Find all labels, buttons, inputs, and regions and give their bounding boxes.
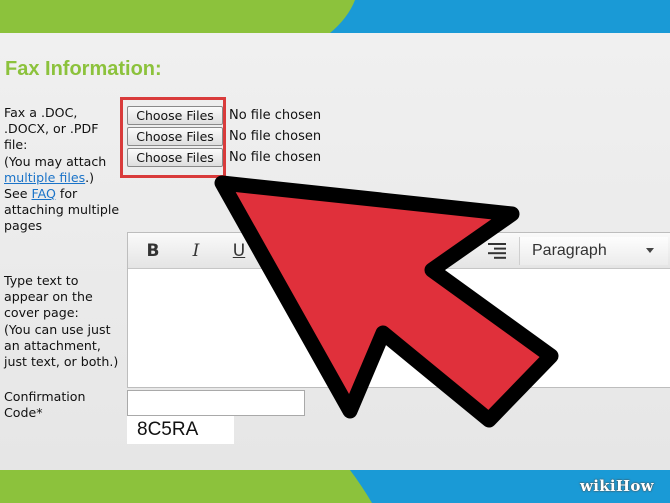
file-status-text: No file chosen [229,149,322,165]
top-brand-band [0,0,670,33]
format-select-value: Paragraph [532,242,607,259]
faq-link[interactable]: FAQ [32,186,56,201]
multiple-files-link[interactable]: multiple files [4,170,85,185]
confirmation-code-label: Confirmation Code* [4,389,85,421]
label-fragment: .) [85,169,95,185]
page-title: Fax Information: [5,58,162,80]
cover-text-label: Type text to appear on the cover page: (… [4,273,118,370]
file-status-text: No file chosen [229,128,322,144]
cover-text-editor[interactable]: B I U Paragraph [127,232,670,388]
confirmation-code-input[interactable] [127,390,305,416]
label-line: cover page: [4,305,79,321]
file-buttons-highlight-box [120,97,226,178]
label-line: file: [4,137,28,153]
label-fragment: See [4,186,32,202]
dropdown-caret-icon [646,248,654,253]
captcha-image: 8C5RA [127,416,234,444]
wikihow-watermark: wikiHow [580,477,654,495]
file-status-text: No file chosen [229,107,322,123]
label-line: just text, or both.) [4,354,119,370]
label-line: .DOCX, or .PDF [4,121,99,137]
italic-icon[interactable]: I [183,239,209,263]
label-line: an attachment, [4,337,101,353]
label-line: pages [4,218,43,234]
label-line: multiple files.) [4,170,119,186]
paragraph-format-select[interactable]: Paragraph [519,237,668,265]
underline-icon[interactable]: U [226,239,252,263]
captcha-text: 8C5RA [137,419,199,440]
file-attach-label: Fax a .DOC, .DOCX, or .PDF file: (You ma… [4,105,119,235]
label-line: (You may attach [4,153,107,169]
align-right-icon[interactable] [484,239,510,263]
label-line: Type text to [4,273,79,288]
label-line: appear on the [4,289,93,305]
editor-toolbar: B I U Paragraph [128,233,670,269]
bottom-brand-band [0,470,670,503]
label-line: See FAQ for [4,186,119,202]
label-line: Confirmation [4,389,86,404]
bold-icon[interactable]: B [140,239,166,263]
label-line: attaching multiple [4,202,120,218]
label-line: (You can use just [4,321,111,337]
label-line: Fax a .DOC, [4,105,78,120]
label-fragment: for [55,186,78,202]
label-line: Code* [4,405,43,421]
